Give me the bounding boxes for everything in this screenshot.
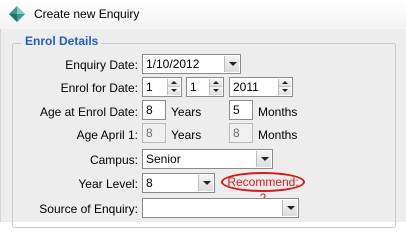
age-april-label: Age April 1: — [76, 128, 138, 142]
enquiry-date-label: Enquiry Date: — [65, 58, 138, 72]
age-at-enrol-months-field[interactable]: 5 — [229, 100, 253, 120]
year-level-label: Year Level: — [78, 177, 138, 191]
campus-value: Senior — [146, 152, 181, 166]
chevron-down-icon[interactable] — [198, 175, 213, 191]
source-of-enquiry-select[interactable] — [142, 198, 299, 218]
source-of-enquiry-label: Source of Enquiry: — [39, 202, 138, 216]
enrol-month-value: 1 — [190, 80, 197, 94]
enrol-day-value: 1 — [146, 80, 153, 94]
age-april-months-unit: Months — [258, 128, 298, 142]
diamond-app-icon — [9, 6, 25, 22]
group-legend: Enrol Details — [22, 34, 102, 48]
age-at-enrol-label: Age at Enrol Date: — [39, 105, 138, 119]
age-at-enrol-years-unit: Years — [171, 105, 202, 119]
age-at-enrol-months-unit: Months — [258, 105, 298, 119]
enrol-for-date-label: Enrol for Date: — [60, 81, 138, 95]
campus-label: Campus: — [89, 153, 138, 167]
year-level-select[interactable]: 8 — [142, 173, 215, 193]
enrol-year-stepper[interactable]: 2011 — [229, 77, 293, 97]
window-title: Create new Enquiry — [34, 7, 140, 21]
chevron-down-icon[interactable] — [282, 200, 297, 216]
year-level-value: 8 — [146, 176, 153, 190]
age-april-months-field: 8 — [229, 123, 253, 143]
enrol-day-stepper[interactable]: 1 — [142, 77, 182, 97]
chevron-down-icon[interactable] — [256, 151, 271, 167]
spin-arrows-icon[interactable] — [167, 79, 180, 95]
enquiry-date-picker[interactable]: 1/10/2012 — [142, 54, 241, 74]
chevron-down-icon[interactable] — [224, 56, 239, 72]
spin-arrows-icon[interactable] — [278, 79, 291, 95]
age-april-years-unit: Years — [171, 128, 202, 142]
age-at-enrol-years-field[interactable]: 8 — [142, 100, 166, 120]
enquiry-date-value: 1/10/2012 — [146, 57, 200, 71]
spin-arrows-icon[interactable] — [209, 79, 222, 95]
age-april-years-field: 8 — [142, 123, 166, 143]
recommend-badge: Recommend: 2 — [221, 172, 305, 205]
enrol-month-stepper[interactable]: 1 — [186, 77, 224, 97]
campus-select[interactable]: Senior — [142, 149, 273, 169]
enrol-year-value: 2011 — [233, 80, 259, 94]
